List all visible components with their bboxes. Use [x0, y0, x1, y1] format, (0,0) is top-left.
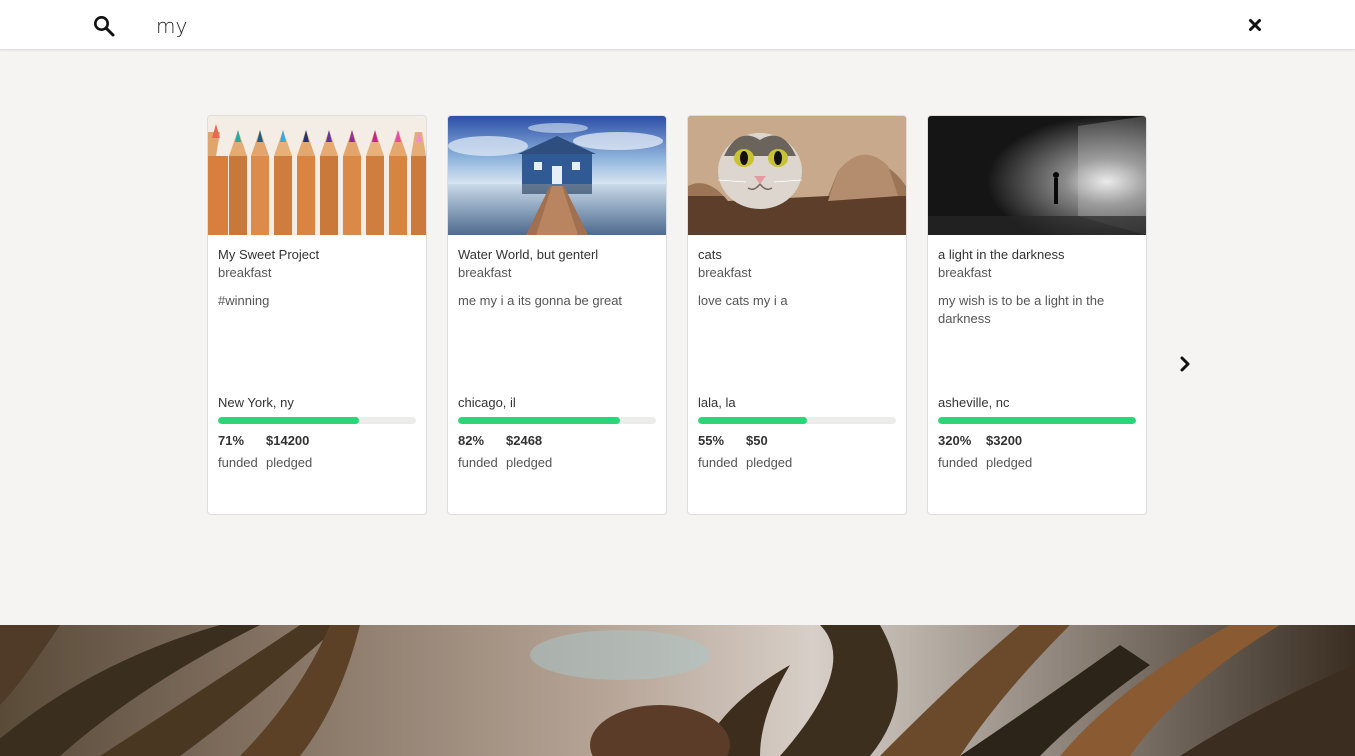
project-description: love cats my i a — [698, 293, 788, 308]
chevron-right-icon[interactable] — [1176, 355, 1194, 373]
project-category: breakfast — [458, 265, 512, 280]
funding-progress-bar — [938, 417, 1136, 424]
project-stats: 71% $14200 funded pledged — [218, 430, 312, 474]
project-description: #winning — [218, 293, 270, 308]
project-stats: 82% $2468 funded pledged — [458, 430, 552, 474]
project-stats: 55% $50 funded pledged — [698, 430, 792, 474]
boathouse-pier-photo — [448, 116, 666, 235]
funding-progress-fill — [698, 417, 807, 424]
project-card-list: My Sweet Project breakfast #winning New … — [207, 115, 1147, 515]
funding-progress-bar — [458, 417, 656, 424]
project-stats: 320% $3200 funded pledged — [938, 430, 1032, 474]
project-card[interactable]: My Sweet Project breakfast #winning New … — [207, 115, 427, 515]
project-title: a light in the darkness — [938, 247, 1065, 262]
project-category: breakfast — [698, 265, 752, 280]
close-icon[interactable] — [1247, 17, 1263, 33]
pledged-label: pledged — [986, 455, 1033, 470]
funded-label: funded — [938, 455, 978, 470]
funding-progress-fill — [938, 417, 1136, 424]
pledged-amount: $14200 — [266, 433, 310, 448]
project-location: chicago, il — [458, 395, 516, 410]
funded-percent: 55% — [698, 433, 725, 448]
search-icon[interactable] — [93, 15, 115, 37]
project-category: breakfast — [218, 265, 272, 280]
project-title: My Sweet Project — [218, 247, 320, 262]
funding-progress-fill — [218, 417, 359, 424]
project-description: my wish is to be a light in the darkness — [938, 293, 1105, 326]
pledged-amount: $50 — [746, 433, 768, 448]
colored-pencils-photo — [208, 116, 426, 235]
project-location: New York, ny — [218, 395, 294, 410]
project-card[interactable]: Water World, but genterl breakfast me my… — [447, 115, 667, 515]
funded-label: funded — [698, 455, 738, 470]
funded-label: funded — [458, 455, 498, 470]
project-title: cats — [698, 247, 722, 262]
project-description: me my i a its gonna be great — [458, 293, 623, 308]
pledged-label: pledged — [746, 455, 793, 470]
corn-field-photo — [0, 625, 1355, 756]
project-location: lala, la — [698, 395, 736, 410]
cat-in-paper-photo — [688, 116, 906, 235]
funded-label: funded — [218, 455, 258, 470]
project-location: asheville, nc — [938, 395, 1010, 410]
funded-percent: 71% — [218, 433, 245, 448]
funded-percent: 320% — [938, 433, 972, 448]
funding-progress-bar — [698, 417, 896, 424]
project-title: Water World, but genterl — [458, 247, 599, 262]
pledged-amount: $2468 — [506, 433, 543, 448]
funded-percent: 82% — [458, 433, 485, 448]
pledged-label: pledged — [266, 455, 313, 470]
project-card[interactable]: a light in the darkness breakfast my wis… — [927, 115, 1147, 515]
pledged-label: pledged — [506, 455, 553, 470]
project-card[interactable]: cats breakfast love cats my i a lala, la… — [687, 115, 907, 515]
search-input[interactable] — [156, 10, 1056, 42]
funding-progress-fill — [458, 417, 621, 424]
pledged-amount: $3200 — [986, 433, 1023, 448]
funding-progress-bar — [218, 417, 416, 424]
search-bar — [0, 0, 1355, 50]
rain-room-silhouette-photo — [928, 116, 1146, 235]
project-category: breakfast — [938, 265, 992, 280]
